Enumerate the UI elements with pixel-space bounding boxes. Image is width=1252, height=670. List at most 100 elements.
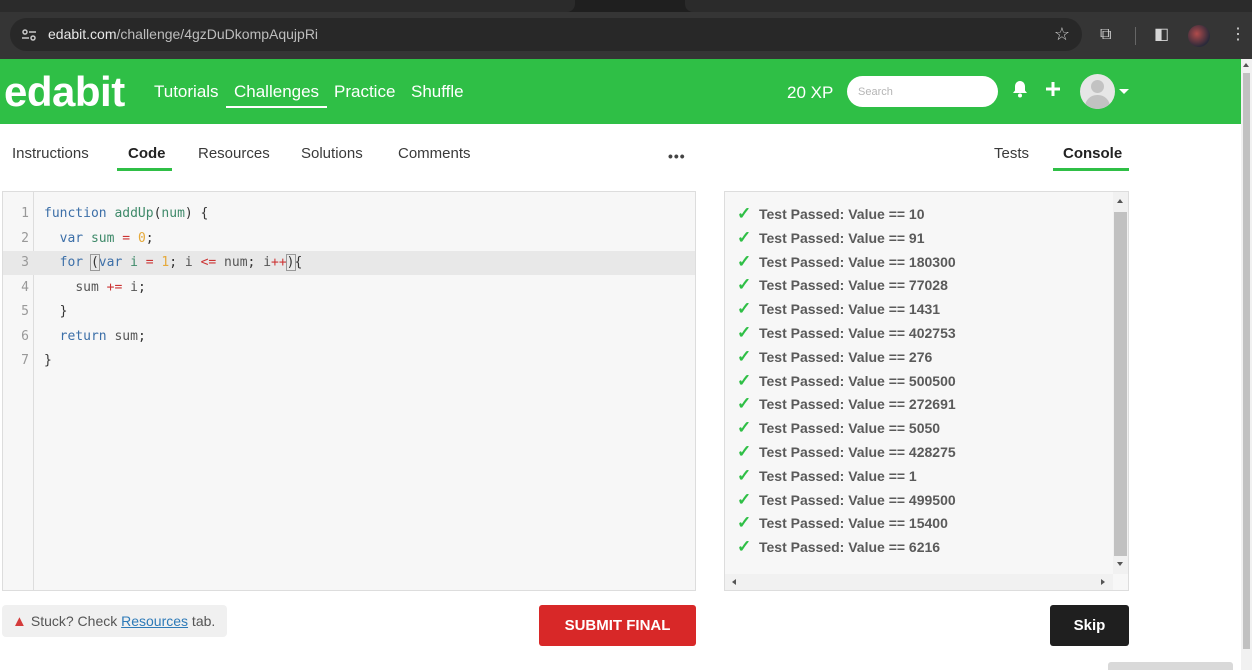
code-line[interactable]: 4 sum += i; [3, 276, 695, 300]
bookmark-star-icon[interactable]: ☆ [1054, 25, 1070, 43]
test-result: ✓ Test Passed: Value == 499500 [737, 488, 956, 512]
code-line[interactable]: 2 var sum = 0; [3, 227, 695, 251]
check-icon: ✓ [737, 347, 752, 366]
scroll-up-icon[interactable] [1117, 199, 1123, 203]
skip-button[interactable]: Skip [1050, 605, 1129, 646]
code-editor[interactable]: 1 function addUp(num) { 2 var sum = 0; 3… [2, 191, 696, 591]
line-number: 2 [21, 231, 29, 246]
user-avatar[interactable] [1080, 74, 1115, 109]
check-icon: ✓ [737, 466, 752, 485]
code-line[interactable]: 5 } [3, 300, 695, 324]
browser-profile-avatar[interactable] [1188, 25, 1210, 47]
active-tab-indicator [117, 168, 172, 171]
code-line[interactable]: 1 function addUp(num) { [3, 202, 695, 226]
bottom-scrollbar[interactable] [1108, 662, 1233, 670]
resources-link[interactable]: Resources [121, 613, 188, 629]
side-panel-icon[interactable]: ◧ [1154, 26, 1169, 44]
check-icon: ✓ [737, 275, 752, 294]
xp-counter: 20 XP [787, 83, 834, 102]
test-result: ✓ Test Passed: Value == 1431 [737, 297, 940, 321]
active-tab-indicator [1053, 168, 1129, 171]
scroll-left-icon[interactable] [732, 579, 736, 585]
scrollbar-thumb[interactable] [1243, 73, 1250, 649]
line-number: 7 [21, 353, 29, 368]
submit-final-button[interactable]: SUBMIT FINAL [539, 605, 696, 646]
bell-icon[interactable] [1012, 80, 1028, 103]
test-result: ✓ Test Passed: Value == 402753 [737, 321, 956, 345]
line-number: 1 [21, 206, 29, 221]
nav-challenges[interactable]: Challenges [226, 82, 328, 108]
nav-shuffle[interactable]: Shuffle [411, 82, 464, 102]
plus-icon[interactable] [1045, 80, 1061, 102]
browser-menu-icon[interactable]: ⋮ [1230, 26, 1246, 44]
browser-toolbar: edabit.com/challenge/4gzDuDkompAqujpRi ☆… [0, 12, 1252, 59]
code-text: for (var i = 1; i <= num; i++){ [59, 254, 303, 271]
scroll-up-icon[interactable] [1243, 63, 1249, 67]
extensions-icon[interactable]: ⧉ [1100, 26, 1111, 44]
check-icon: ✓ [737, 323, 752, 342]
chevron-down-icon[interactable] [1119, 89, 1129, 94]
test-result: ✓ Test Passed: Value == 428275 [737, 440, 956, 464]
check-icon: ✓ [737, 442, 752, 461]
line-number: 6 [21, 329, 29, 344]
line-number: 3 [21, 255, 29, 270]
check-icon: ✓ [737, 252, 752, 271]
search-input[interactable] [847, 76, 998, 107]
check-icon: ✓ [737, 490, 752, 509]
address-bar[interactable]: edabit.com/challenge/4gzDuDkompAqujpRi ☆ [10, 18, 1082, 51]
test-result: ✓ Test Passed: Value == 15400 [737, 511, 948, 535]
edabit-logo[interactable]: edabit [4, 68, 125, 116]
line-number: 4 [21, 280, 29, 295]
browser-tab[interactable] [685, 0, 1252, 12]
line-number: 5 [21, 304, 29, 319]
test-result: ✓ Test Passed: Value == 276 [737, 345, 932, 369]
test-result: ✓ Test Passed: Value == 1 [737, 464, 917, 488]
test-result: ✓ Test Passed: Value == 5050 [737, 416, 940, 440]
toolbar-divider [1135, 27, 1136, 45]
console-panel[interactable]: ✓ Test Passed: Value == 10 ✓ Test Passed: … [724, 191, 1129, 591]
warning-icon: ▲ [12, 613, 27, 630]
test-result: ✓ Test Passed: Value == 77028 [737, 273, 948, 297]
code-line[interactable]: 6 return sum; [3, 325, 695, 349]
stuck-text-suffix: tab. [188, 613, 216, 629]
tab-tests[interactable]: Tests [994, 145, 1029, 162]
browser-tab[interactable] [0, 0, 575, 12]
page-scrollbar[interactable] [1241, 59, 1252, 670]
site-info-icon[interactable] [20, 26, 38, 44]
test-result: ✓ Test Passed: Value == 10 [737, 202, 925, 226]
browser-tabstrip [0, 0, 1252, 12]
nav-tutorials[interactable]: Tutorials [154, 82, 219, 102]
code-text: sum += i; [75, 280, 146, 295]
scrollbar-thumb[interactable] [1114, 212, 1127, 556]
scroll-right-icon[interactable] [1101, 579, 1105, 585]
test-result: ✓ Test Passed: Value == 180300 [737, 250, 956, 274]
check-icon: ✓ [737, 228, 752, 247]
more-options-icon[interactable]: ••• [668, 148, 686, 164]
console-vertical-scrollbar[interactable] [1113, 192, 1128, 574]
tab-solutions[interactable]: Solutions [301, 145, 363, 162]
tab-comments[interactable]: Comments [398, 145, 471, 162]
url-text[interactable]: edabit.com/challenge/4gzDuDkompAqujpRi [48, 26, 318, 43]
check-icon: ✓ [737, 537, 752, 556]
check-icon: ✓ [737, 418, 752, 437]
tab-resources[interactable]: Resources [198, 145, 270, 162]
test-result: ✓ Test Passed: Value == 272691 [737, 392, 956, 416]
code-line-active[interactable]: 3 for (var i = 1; i <= num; i++){ [3, 251, 695, 275]
site-header: edabit Tutorials Challenges Practice Shu… [0, 59, 1241, 124]
tab-code[interactable]: Code [128, 145, 166, 162]
tab-console[interactable]: Console [1063, 145, 1122, 162]
url-host: edabit.com [48, 26, 117, 42]
nav-practice[interactable]: Practice [334, 82, 395, 102]
test-result: ✓ Test Passed: Value == 91 [737, 226, 925, 250]
code-line[interactable]: 7 } [3, 349, 695, 373]
code-text: function addUp(num) { [44, 206, 209, 221]
check-icon: ✓ [737, 394, 752, 413]
tab-instructions[interactable]: Instructions [12, 145, 89, 162]
scroll-down-icon[interactable] [1117, 562, 1123, 566]
code-text: var sum = 0; [59, 231, 154, 246]
code-text: } [44, 304, 68, 319]
console-horizontal-scrollbar[interactable] [725, 574, 1113, 590]
code-text: } [44, 353, 52, 368]
check-icon: ✓ [737, 371, 752, 390]
stuck-hint: ▲ Stuck? Check Resources tab. [2, 605, 227, 637]
